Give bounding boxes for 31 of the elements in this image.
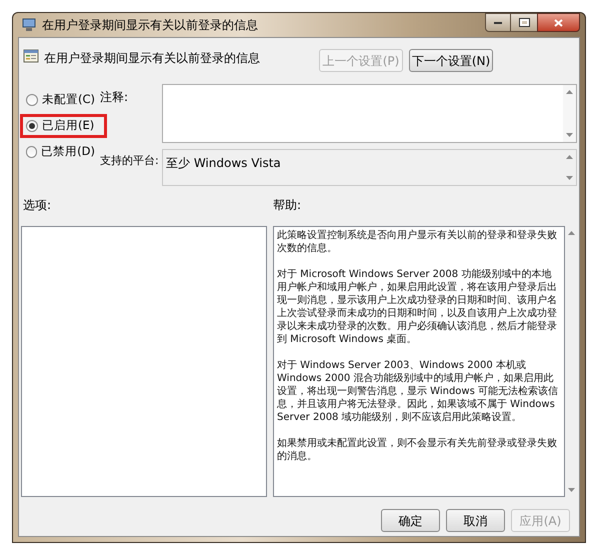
platform-label: 支持的平台: <box>100 153 160 169</box>
platform-field: 至少 Windows Vista <box>162 149 577 186</box>
help-label: 帮助: <box>273 197 302 214</box>
radio-option[interactable]: 已启用(E) <box>20 114 107 138</box>
scroll-up-icon[interactable] <box>568 231 575 235</box>
computer-icon <box>22 18 36 32</box>
help-paragraph: 如果禁用或未配置此设置，则不会显示有关先前登录或登录失败的消息。 <box>277 437 558 463</box>
dialog-button[interactable]: 下一个设置(N) <box>409 49 493 72</box>
help-paragraph: 对于 Windows Server 2003、Windows 2000 本机或 Windows 2000 混合功能级别域中的域用户帐户，如果启用此设置，将出现一则警告消息，显示 Windows 可能无法检索该信息，并且该用户将无法登录。因此，如果该域不属于 Windows Server 2008 域功能级别，则不应该启用此策略设置。 <box>277 359 559 424</box>
help-paragraph: 对于 Microsoft Windows Server 2008 功能级别域中的本地用户帐户和域用户帐户，如果启用此设置，将在该用户登录后出现一则消息，显示该用户上次成功登录的日期和时间、该用户名上次尝试登录而未成功的日期和时间，以及自该用户上次成功登录以来未成功登录的次数。用户必须确认该消息，然后才能登录到 Microsoft Windows 桌面。 <box>277 268 558 346</box>
radio-circle[interactable] <box>26 120 38 132</box>
close-icon <box>554 18 563 26</box>
scroll-up-icon[interactable] <box>566 90 573 94</box>
comment-field[interactable] <box>162 84 577 143</box>
radio-option[interactable]: 未配置(C) <box>20 88 98 112</box>
scroll-down-icon[interactable] <box>566 176 573 180</box>
policy-title: 在用户登录期间显示有关以前登录的信息 <box>44 50 260 67</box>
scroll-down-icon[interactable] <box>568 488 575 492</box>
minimize-button[interactable] <box>485 13 511 32</box>
help-paragraph: 此策略设置控制系统是否向用户显示有关以前的登录和登录失败次数的信息。 <box>277 229 558 255</box>
dialog-button[interactable]: 取消 <box>446 509 505 532</box>
scroll-down-icon[interactable] <box>566 133 573 137</box>
options-label: 选项: <box>23 197 52 214</box>
comment-label: 注释: <box>100 89 130 106</box>
close-button[interactable] <box>537 13 580 32</box>
maximize-button[interactable] <box>511 13 537 32</box>
scroll-up-icon[interactable] <box>566 155 573 159</box>
window-title: 在用户登录期间显示有关以前登录的信息 <box>42 17 258 34</box>
policy-icon <box>23 48 39 64</box>
dialog-button[interactable]: 确定 <box>381 509 440 532</box>
radio-option[interactable]: 已禁用(D) <box>20 140 98 164</box>
